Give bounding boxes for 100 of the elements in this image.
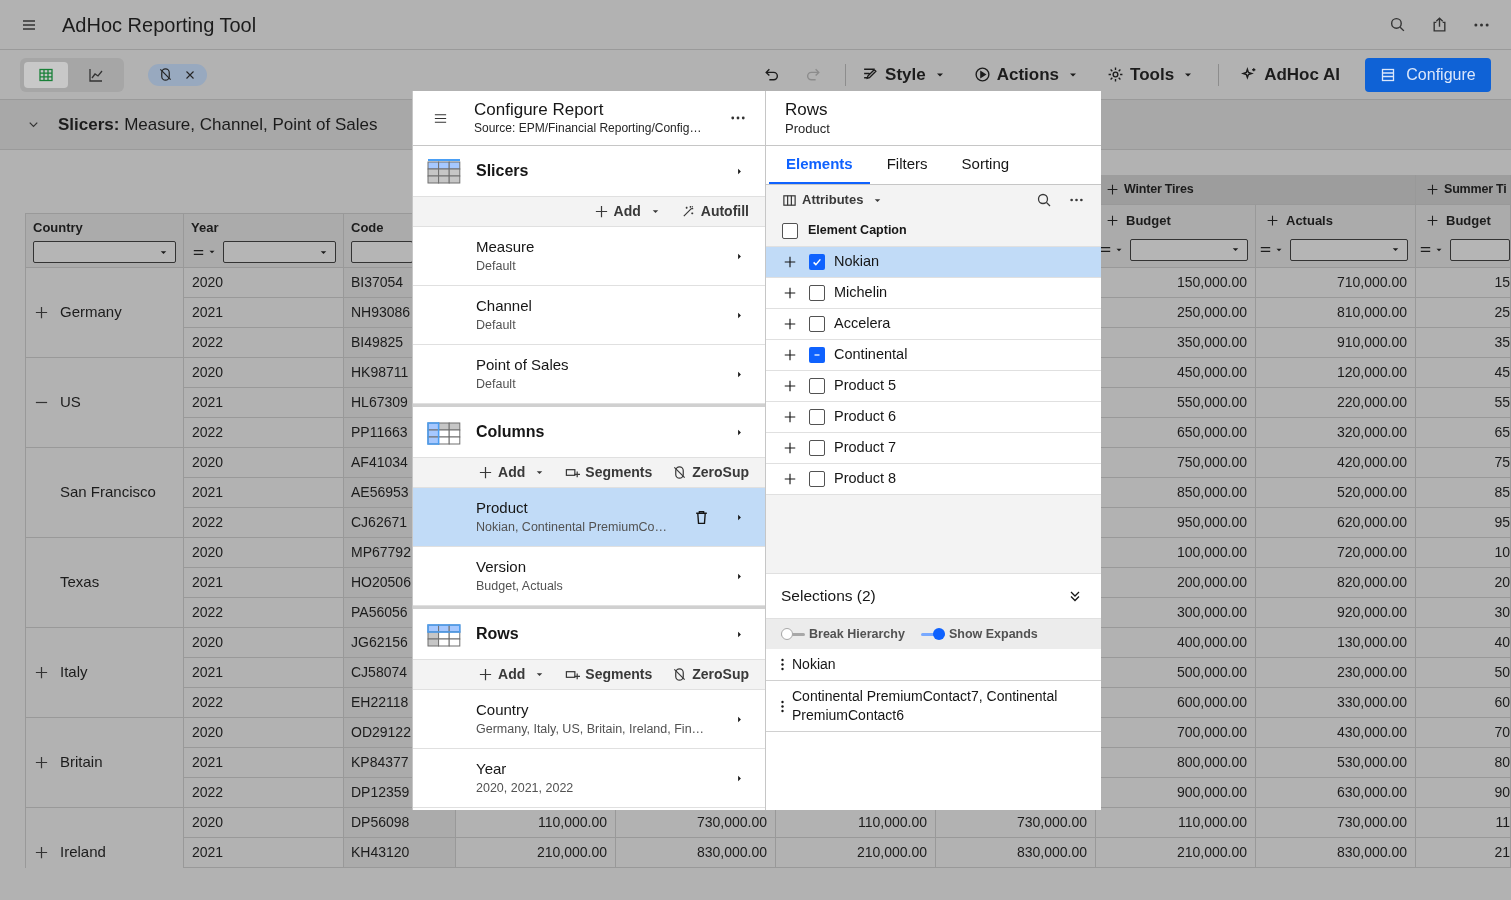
column-header: Actuals [1286, 212, 1333, 230]
checkbox[interactable] [809, 254, 825, 270]
check-icon [811, 256, 823, 268]
expand-toggle[interactable] [783, 317, 797, 331]
more-button[interactable] [1070, 198, 1083, 202]
table-cell: 30 [1416, 598, 1511, 628]
table-cell: 910,000.00 [1256, 328, 1416, 358]
item-name: Channel [476, 296, 533, 316]
expand-toggle[interactable] [783, 379, 797, 393]
expand-toggle[interactable] [783, 348, 797, 362]
menu-button[interactable]: Style [862, 61, 946, 88]
action-button[interactable]: Segments [565, 664, 653, 685]
action-button[interactable]: ZeroSup [672, 664, 749, 685]
delete-button[interactable] [693, 508, 710, 526]
action-button[interactable]: Segments [565, 462, 653, 483]
table-icon [38, 66, 54, 83]
table-cell: 40 [1416, 628, 1511, 658]
view-toggle[interactable] [24, 61, 68, 88]
action-button[interactable]: ZeroSup [672, 462, 749, 483]
action-button[interactable]: Add [478, 664, 546, 685]
expand-toggle[interactable] [783, 286, 797, 300]
configure-button[interactable]: Configure [1365, 57, 1491, 92]
table-cell: 50 [1416, 658, 1511, 688]
filter-dropdown[interactable] [1130, 238, 1248, 261]
item-name: Measure [476, 237, 536, 257]
filter-dropdown[interactable] [1290, 238, 1408, 261]
plus-icon [1106, 183, 1119, 196]
menu-button[interactable]: Actions [973, 61, 1080, 88]
element-label: Nokian [834, 252, 880, 272]
action-button[interactable]: Add [478, 462, 546, 483]
element-label: Accelera [834, 314, 891, 334]
table-cell: 130,000.00 [1256, 628, 1416, 658]
toggle-switch[interactable]: Show Expands [920, 624, 1038, 644]
filter-dropdown[interactable] [223, 241, 336, 263]
expand-toggle[interactable] [783, 441, 797, 455]
item-name: Point of Sales [476, 355, 570, 375]
action-button[interactable]: Add [593, 201, 661, 222]
settings-icon [1107, 66, 1125, 83]
dimension-item[interactable]: Product Nokian, Continental PremiumCo… [413, 488, 765, 547]
table-cell: 220,000.00 [1256, 388, 1416, 418]
more-button[interactable] [731, 116, 745, 120]
expand-toggle[interactable] [783, 255, 797, 269]
table-cell: 10 [1416, 538, 1511, 568]
column-header: Element Caption [808, 222, 907, 240]
table-cell: 920,000.00 [1256, 598, 1416, 628]
item-value: Germany, Italy, US, Britain, Ireland, Fin… [476, 721, 706, 738]
row-header: San Francisco [60, 482, 156, 503]
tab[interactable]: Sorting [944, 146, 1027, 184]
table-cell: 320,000.00 [1256, 418, 1416, 448]
expand-toggle[interactable] [34, 305, 49, 320]
expand-toggle[interactable] [783, 472, 797, 486]
checkbox[interactable] [809, 409, 825, 425]
table-cell: 830,000.00 [1256, 838, 1416, 868]
table-cell: DP56098 [344, 808, 456, 838]
expand-toggle[interactable] [783, 410, 797, 424]
checkbox[interactable] [782, 222, 798, 239]
plus-icon [783, 441, 797, 455]
column-header: Budget [1446, 212, 1491, 230]
columns-icon [782, 192, 797, 208]
panel-title: Rows [785, 98, 829, 120]
table-cell: 55 [1416, 388, 1511, 418]
toggle-switch[interactable]: Break Hierarchy [781, 624, 905, 644]
search-icon [1036, 192, 1052, 208]
filter-dropdown[interactable] [33, 241, 176, 263]
checkbox[interactable] [809, 440, 825, 456]
drag-handle-icon [781, 699, 784, 713]
expand-toggle[interactable] [34, 845, 49, 860]
tab[interactable]: Filters [869, 146, 945, 184]
element-row[interactable]: Nokian [766, 247, 1101, 278]
plus-icon [783, 410, 797, 424]
table-cell: 110,000.00 [1096, 808, 1256, 838]
section-header[interactable]: Slicers [413, 146, 765, 196]
filter-dropdown[interactable] [351, 241, 413, 263]
slashed-zero-icon [672, 667, 688, 682]
panel-title: Configure Report [474, 99, 605, 120]
menu-button[interactable]: Tools [1107, 61, 1195, 88]
expand-toggle[interactable] [34, 665, 49, 680]
more-icon [1070, 198, 1083, 202]
checkbox[interactable] [809, 471, 825, 487]
checkbox[interactable] [809, 285, 825, 301]
more-icon [1473, 22, 1489, 27]
selection-item: Nokian [792, 655, 836, 674]
action-button[interactable]: Autofill [680, 201, 749, 222]
search-button[interactable] [1036, 192, 1052, 208]
chart-icon [88, 66, 104, 83]
ai-button[interactable]: AdHoc AI [1241, 61, 1340, 88]
filter-dropdown[interactable] [1450, 238, 1510, 261]
checkbox[interactable] [809, 378, 825, 394]
search-button[interactable] [1388, 15, 1406, 34]
checkbox[interactable] [809, 347, 825, 363]
table-cell: 35 [1416, 328, 1511, 358]
table-cell: 25 [1416, 298, 1511, 328]
table-cell: 230,000.00 [1256, 658, 1416, 688]
row-header: Ireland [60, 842, 106, 863]
table-cell: 330,000.00 [1256, 688, 1416, 718]
share-button[interactable] [1430, 15, 1448, 34]
checkbox[interactable] [809, 316, 825, 332]
expand-toggle[interactable] [34, 755, 49, 770]
plus-icon [1106, 214, 1119, 228]
filter-chip[interactable] [148, 63, 207, 86]
